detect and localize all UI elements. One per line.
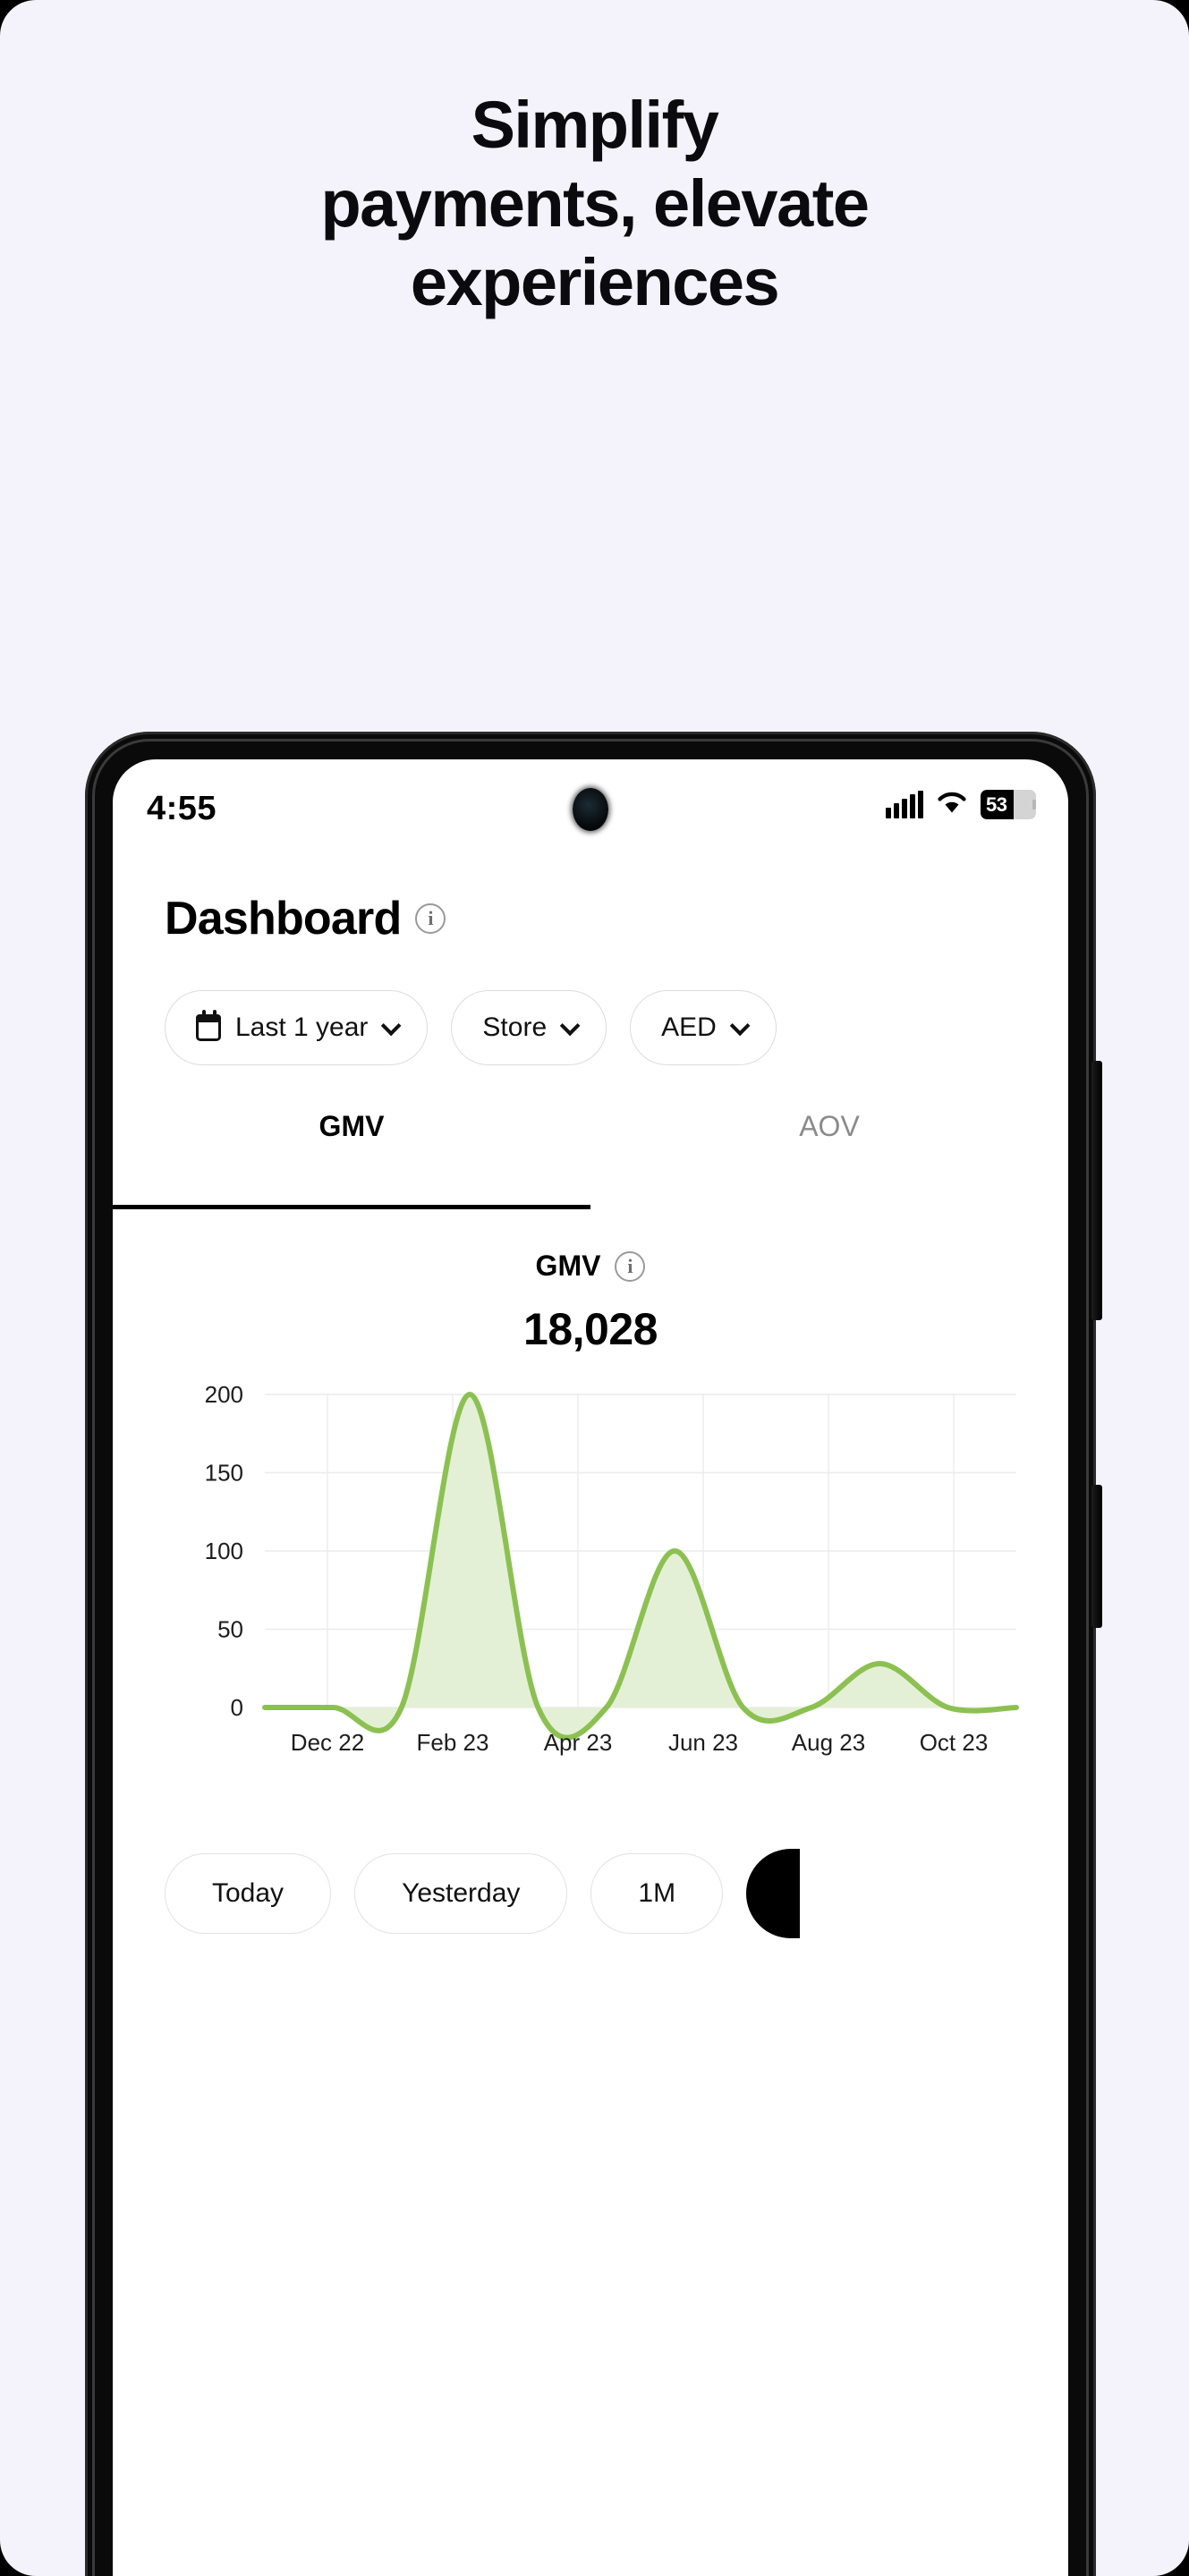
- headline-line-1: Simplify: [471, 88, 719, 162]
- cellular-bars-icon: [886, 790, 923, 818]
- calendar-icon: [196, 1010, 221, 1041]
- chip-today[interactable]: Today: [165, 1853, 332, 1934]
- chart-area-fill: [265, 1394, 1016, 1738]
- volume-button[interactable]: [1091, 1061, 1102, 1320]
- chevron-down-icon: [381, 1015, 402, 1037]
- metric-label: GMV: [535, 1250, 601, 1282]
- page-title: Dashboard: [165, 893, 402, 945]
- wifi-icon: [936, 790, 968, 819]
- status-bar: 4:55 53: [113, 759, 1068, 858]
- svg-text:0: 0: [231, 1694, 243, 1721]
- filter-currency[interactable]: AED: [630, 990, 777, 1065]
- chip-next-partial[interactable]: [746, 1849, 801, 1938]
- chart-y-tick-labels: 0 50 100 150 200: [205, 1381, 243, 1721]
- hero-headline: Simplify payments, elevate experiences: [0, 86, 1189, 322]
- metric-value: 18,028: [523, 1304, 658, 1354]
- front-camera-icon: [573, 788, 608, 831]
- page-title-row: Dashboard i: [165, 892, 446, 945]
- tab-active-underline: [113, 1205, 590, 1209]
- filter-date-range-label: Last 1 year: [235, 1013, 369, 1042]
- metric-tabs: GMV AOV: [113, 1110, 1068, 1174]
- svg-text:150: 150: [205, 1460, 243, 1487]
- filter-row: Last 1 year Store AED: [165, 990, 777, 1065]
- chip-1m[interactable]: 1M: [590, 1853, 724, 1934]
- power-button[interactable]: [1091, 1485, 1102, 1628]
- svg-text:Jun 23: Jun 23: [668, 1729, 738, 1756]
- svg-text:100: 100: [205, 1538, 243, 1564]
- filter-store[interactable]: Store: [451, 990, 607, 1065]
- tab-gmv[interactable]: GMV: [113, 1110, 590, 1174]
- filter-date-range[interactable]: Last 1 year: [165, 990, 429, 1065]
- battery-percent: 53: [986, 792, 1007, 816]
- svg-text:Dec 22: Dec 22: [291, 1729, 364, 1756]
- status-time: 4:55: [147, 790, 217, 827]
- filter-store-label: Store: [482, 1013, 548, 1042]
- promo-card: Simplify payments, elevate experiences 4…: [0, 0, 1189, 2576]
- chart-svg: 0 50 100 150 200 Dec 22 Feb 23 Apr 23 Jun 23 Aug…: [205, 1381, 1019, 1756]
- tab-aov[interactable]: AOV: [590, 1110, 1068, 1174]
- battery-icon: 53: [981, 790, 1036, 819]
- quick-range-chips: Today Yesterday 1M: [165, 1849, 801, 1938]
- headline-line-2: payments, elevate: [320, 166, 870, 241]
- metric-label-row: GMV i: [113, 1250, 1068, 1283]
- chart-x-tick-labels: Dec 22 Feb 23 Apr 23 Jun 23 Aug 23 Oct 23: [291, 1729, 988, 1756]
- metric-info-icon[interactable]: i: [615, 1250, 646, 1282]
- page-title-info-icon[interactable]: i: [415, 903, 446, 934]
- svg-text:Feb 23: Feb 23: [417, 1729, 489, 1756]
- gmv-area-chart[interactable]: 0 50 100 150 200 Dec 22 Feb 23 Apr 23 Jun 23 Aug…: [113, 1378, 1068, 1781]
- chevron-down-icon: [729, 1015, 751, 1037]
- chip-yesterday[interactable]: Yesterday: [354, 1853, 568, 1934]
- svg-text:Aug 23: Aug 23: [792, 1729, 865, 1756]
- phone-screen: 4:55 53 Dashboard i Last 1 year Store AE…: [113, 759, 1068, 2576]
- phone-mockup: 4:55 53 Dashboard i Last 1 year Store AE…: [85, 732, 1102, 2576]
- svg-text:Apr 23: Apr 23: [544, 1729, 613, 1756]
- headline-line-3: experiences: [410, 245, 780, 319]
- chevron-down-icon: [559, 1015, 581, 1037]
- svg-text:Oct 23: Oct 23: [920, 1729, 989, 1756]
- filter-currency-label: AED: [661, 1013, 717, 1042]
- status-icons: 53: [886, 790, 1036, 819]
- svg-text:50: 50: [217, 1616, 243, 1643]
- svg-text:200: 200: [205, 1381, 243, 1408]
